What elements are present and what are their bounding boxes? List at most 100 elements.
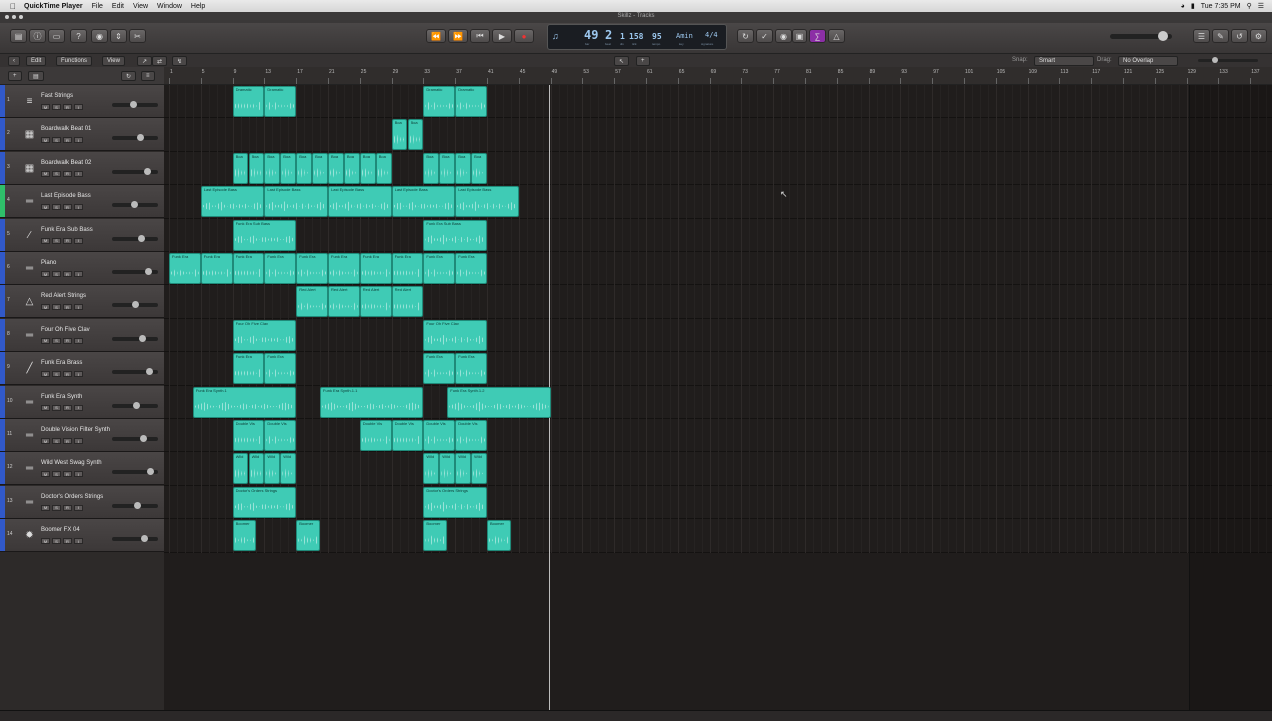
audio-region[interactable]: Boa bbox=[359, 152, 376, 184]
track-name[interactable]: Funk Era Sub Bass bbox=[41, 227, 93, 233]
mute-button[interactable]: M bbox=[41, 337, 50, 344]
mute-button[interactable]: M bbox=[41, 371, 50, 378]
track-volume-fader[interactable] bbox=[112, 401, 158, 409]
record-enable-button[interactable]: R bbox=[63, 504, 72, 511]
audio-region[interactable]: Double Vis bbox=[423, 420, 456, 451]
record-enable-button[interactable]: R bbox=[63, 137, 72, 144]
record-enable-button[interactable]: R bbox=[63, 438, 72, 444]
harp-icon[interactable]: △ bbox=[22, 294, 37, 309]
track-name[interactable]: Doctor's Orders Strings bbox=[41, 494, 103, 500]
input-monitor-button[interactable]: I bbox=[74, 304, 83, 311]
solo-button[interactable]: S bbox=[52, 304, 61, 311]
audio-region[interactable]: Boa bbox=[264, 152, 281, 184]
audio-region[interactable]: Funk Era bbox=[264, 353, 297, 385]
trumpet-icon[interactable]: ╱ bbox=[22, 361, 37, 376]
audio-region[interactable]: Wild bbox=[248, 453, 265, 485]
solo-mode-button[interactable]: ◉ bbox=[775, 29, 792, 43]
track-header-row[interactable]: 2 ▦ Boardwalk Beat 01 M S R I bbox=[0, 118, 164, 152]
pointer-tool-button[interactable]: ↖ bbox=[614, 56, 630, 66]
catch-button[interactable]: ↗ bbox=[137, 56, 153, 66]
audio-region[interactable]: Wild bbox=[423, 453, 440, 485]
audio-region[interactable]: Dramatic bbox=[264, 86, 297, 117]
solo-button[interactable]: S bbox=[52, 337, 61, 344]
toolbar-toggle-button[interactable]: ▭ bbox=[48, 29, 65, 43]
track-volume-fader[interactable] bbox=[112, 167, 158, 175]
audio-region[interactable]: Last Episode Bass bbox=[455, 186, 519, 218]
input-monitor-button[interactable]: I bbox=[74, 204, 83, 211]
audio-region[interactable]: Boa bbox=[407, 119, 424, 151]
track-header-row[interactable]: 9 ╱ Funk Era Brass M S R I bbox=[0, 352, 164, 386]
volume-knob[interactable] bbox=[139, 334, 146, 342]
synth-icon[interactable]: ═ bbox=[22, 395, 37, 410]
audio-region[interactable]: Funk Era bbox=[169, 253, 201, 284]
audio-region[interactable]: Funk Era Synth.1.2 bbox=[447, 386, 551, 418]
track-volume-fader[interactable] bbox=[112, 101, 158, 108]
track-name[interactable]: Boardwalk Beat 02 bbox=[41, 160, 91, 166]
audio-region[interactable]: Boa bbox=[296, 152, 313, 184]
audio-region[interactable]: Last Episode Bass bbox=[200, 186, 265, 218]
metronome-count-button[interactable]: ∑ bbox=[809, 29, 826, 43]
audio-region[interactable]: Funk Era bbox=[455, 353, 487, 385]
smart-controls-button[interactable]: ◉ bbox=[91, 29, 108, 43]
audio-region[interactable]: Wild bbox=[439, 453, 456, 485]
input-monitor-button[interactable]: I bbox=[74, 271, 83, 277]
mute-button[interactable]: M bbox=[41, 404, 50, 411]
audio-region[interactable]: Double Vis bbox=[264, 420, 297, 451]
solo-button[interactable]: S bbox=[52, 237, 61, 244]
record-button[interactable]: ● bbox=[514, 29, 534, 43]
tracks-area[interactable]: ↖ Dramatic Dramatic Dramatic Dramatic Boa Boa… bbox=[164, 85, 1272, 710]
volume-knob[interactable] bbox=[134, 501, 141, 509]
mute-button[interactable]: M bbox=[41, 204, 50, 211]
menu-view[interactable]: View bbox=[133, 3, 148, 10]
volume-knob[interactable] bbox=[146, 368, 153, 376]
audio-region[interactable]: Funk Era bbox=[328, 253, 360, 284]
track-header-row[interactable]: 6 ═ Piano M S R I bbox=[0, 252, 164, 285]
mute-button[interactable]: M bbox=[41, 538, 50, 545]
wifi-icon[interactable]: ◕ bbox=[1181, 3, 1185, 10]
list-editors-button[interactable]: ☰ bbox=[1193, 29, 1210, 43]
audio-region[interactable]: Boomer bbox=[232, 520, 257, 552]
record-enable-button[interactable]: R bbox=[63, 404, 72, 411]
audio-region[interactable]: Boa bbox=[232, 152, 249, 184]
track-header-row[interactable]: 4 ═ Last Episode Bass M S R I bbox=[0, 185, 164, 219]
mute-button[interactable]: M bbox=[41, 438, 50, 444]
fast-forward-button[interactable]: ⏩ bbox=[448, 29, 468, 43]
record-enable-button[interactable]: R bbox=[63, 371, 72, 378]
volume-knob[interactable] bbox=[137, 134, 144, 142]
solo-button[interactable]: S bbox=[52, 538, 61, 545]
track-name[interactable]: Funk Era Synth bbox=[41, 394, 82, 400]
mute-button[interactable]: M bbox=[41, 271, 50, 277]
volume-knob[interactable] bbox=[144, 167, 151, 175]
record-enable-button[interactable]: R bbox=[63, 304, 72, 311]
audio-region[interactable]: Boa bbox=[391, 119, 408, 151]
input-monitor-button[interactable]: I bbox=[74, 504, 83, 511]
input-monitor-button[interactable]: I bbox=[74, 538, 83, 545]
notification-center-icon[interactable]: ☰ bbox=[1258, 2, 1264, 10]
record-enable-button[interactable]: R bbox=[63, 237, 72, 244]
audio-region[interactable]: Boa bbox=[423, 152, 440, 184]
track-volume-fader[interactable] bbox=[112, 201, 158, 209]
play-button[interactable]: ▶ bbox=[492, 29, 512, 43]
volume-knob[interactable] bbox=[141, 535, 148, 543]
solo-button[interactable]: S bbox=[52, 471, 61, 478]
audio-region[interactable]: Double Vis bbox=[232, 420, 265, 451]
record-enable-button[interactable]: R bbox=[63, 271, 72, 277]
master-volume-slider[interactable] bbox=[1110, 31, 1172, 41]
audio-region[interactable]: Funk Era Synth.1 bbox=[192, 386, 297, 418]
track-header-row[interactable]: 5 ∕ Funk Era Sub Bass M S R I bbox=[0, 218, 164, 252]
audio-region[interactable]: Wild bbox=[280, 453, 297, 485]
audio-region[interactable]: Boa bbox=[248, 152, 265, 184]
audio-region[interactable]: Funk Era bbox=[391, 253, 424, 284]
record-enable-button[interactable]: R bbox=[63, 337, 72, 344]
track-header-row[interactable]: 3 ▦ Boardwalk Beat 02 M S R I bbox=[0, 151, 164, 185]
track-volume-fader[interactable] bbox=[112, 535, 158, 543]
mixer-button[interactable]: ⇕ bbox=[110, 29, 127, 43]
loop-browser-button[interactable]: ↺ bbox=[1231, 29, 1248, 43]
synth-icon[interactable]: ═ bbox=[22, 495, 37, 510]
track-name[interactable]: Piano bbox=[41, 260, 56, 266]
audio-region[interactable]: Double Vis bbox=[455, 420, 487, 451]
solo-button[interactable]: S bbox=[52, 438, 61, 444]
input-monitor-button[interactable]: I bbox=[74, 237, 83, 244]
audio-region[interactable]: Four Oh Five Clav bbox=[423, 319, 487, 351]
audio-region[interactable]: Funk Era bbox=[359, 253, 392, 284]
